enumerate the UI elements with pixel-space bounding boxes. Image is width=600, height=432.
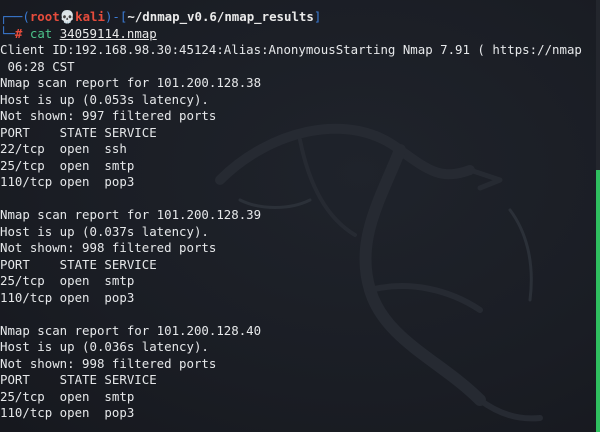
- prompt-host: kali: [75, 9, 105, 24]
- output-line: Host is up (0.053s latency).: [0, 91, 209, 107]
- prompt-corner: └─: [0, 25, 15, 41]
- output-line: 06:28 CST: [0, 58, 75, 74]
- output-line: 25/tcp open smtp: [0, 388, 135, 404]
- prompt-header: ┌──(root💀kali)-[~/dnmap_v0.6/nmap_result…: [0, 9, 596, 26]
- output-line: Not shown: 998 filtered ports: [0, 240, 217, 255]
- command-name: cat: [29, 25, 53, 41]
- output-line: 110/tcp open pop3: [0, 405, 135, 420]
- output-line: 110/tcp open pop3: [0, 289, 135, 305]
- prompt-hash: #: [14, 25, 23, 41]
- output-line: Host is up (0.036s latency).: [0, 339, 209, 354]
- output-line: Nmap scan report for 101.200.128.38: [0, 75, 262, 90]
- output-line: Client ID:192.168.98.30:45124:Alias:Anon…: [0, 42, 582, 57]
- output-line: PORT STATE SERVICE: [0, 256, 157, 272]
- prompt-separator: )-[: [104, 9, 128, 24]
- prompt-user: root: [29, 9, 60, 24]
- terminal-window[interactable]: ┌──(root💀kali)-[~/dnmap_v0.6/nmap_result…: [0, 0, 600, 432]
- output-line: Nmap scan report for 101.200.128.40: [0, 322, 262, 338]
- command-line[interactable]: └─# cat 34059114.nmap: [0, 26, 596, 43]
- output-line: PORT STATE SERVICE: [0, 372, 157, 387]
- scrollbar[interactable]: [596, 0, 600, 432]
- output-line: 25/tcp open smtp: [0, 157, 135, 173]
- output-line: Not shown: 998 filtered ports: [0, 355, 217, 371]
- skull-icon: 💀: [59, 9, 76, 24]
- terminal-output: ┌──(root💀kali)-[~/dnmap_v0.6/nmap_result…: [0, 9, 596, 422]
- output-line: Not shown: 997 filtered ports: [0, 108, 217, 123]
- output-line: 25/tcp open smtp: [0, 273, 135, 288]
- scrollbar-thumb[interactable]: [596, 170, 600, 432]
- output-line: Host is up (0.037s latency).: [0, 223, 209, 239]
- prompt-path: ~/dnmap_v0.6/nmap_results: [127, 9, 314, 24]
- prompt-bracket-close: ]: [313, 9, 322, 24]
- command-argument: 34059114.nmap: [59, 25, 157, 41]
- prompt-bracket-open: ┌──(: [0, 9, 30, 24]
- output-line: 110/tcp open pop3: [0, 174, 135, 189]
- output-line: PORT STATE SERVICE: [0, 124, 157, 140]
- output-block: Client ID:192.168.98.30:45124:Alias:Anon…: [0, 42, 596, 422]
- output-line: 22/tcp open ssh: [0, 141, 127, 156]
- output-line: Nmap scan report for 101.200.128.39: [0, 207, 262, 222]
